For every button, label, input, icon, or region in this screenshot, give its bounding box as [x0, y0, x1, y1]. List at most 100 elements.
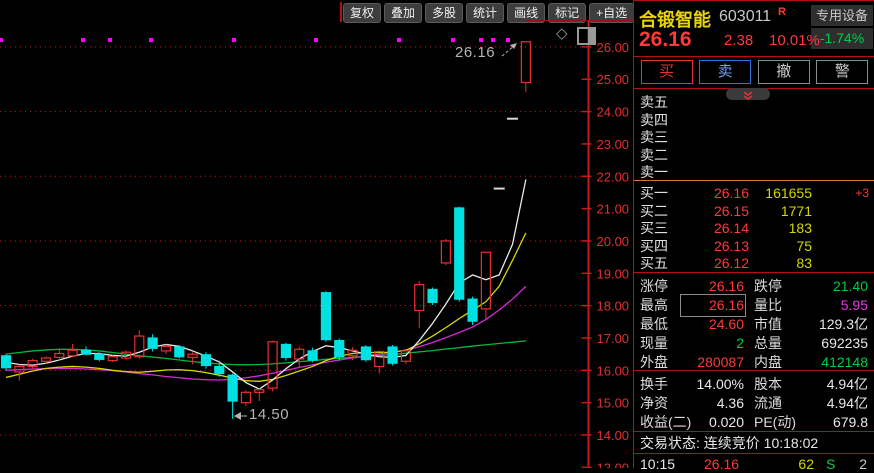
level-price: 26.14	[694, 219, 749, 237]
tick-volume: 62	[784, 455, 814, 473]
bid-level-5[interactable]: 买五26.1283	[634, 254, 874, 272]
stat-label: 现量	[640, 334, 668, 353]
stat-label: 流通	[754, 394, 782, 413]
level-volume: 75	[752, 237, 812, 255]
stat-label: 净资	[640, 394, 668, 413]
svg-text:15.00: 15.00	[597, 396, 630, 411]
stat-value: 4.94亿	[794, 375, 868, 394]
sector-badge[interactable]: 专用设备	[811, 5, 873, 26]
svg-text:24.00: 24.00	[597, 105, 630, 120]
low-price-annotation: 14.50	[249, 406, 289, 423]
level-label: 卖一	[640, 163, 668, 181]
toolbar-button-3[interactable]: 多股	[425, 3, 463, 23]
svg-text:21.00: 21.00	[597, 202, 630, 217]
trade-button-plain[interactable]: 警	[816, 60, 868, 84]
svg-text:16.00: 16.00	[597, 363, 630, 378]
margin-flag: R	[778, 6, 786, 18]
stat-value: 2	[682, 334, 744, 353]
level-label: 卖二	[640, 146, 668, 164]
level-label: 买二	[640, 202, 668, 220]
stats-row: 收益(二)0.020PE(动)679.8	[634, 413, 874, 432]
stats-row: 净资 4.36 流通 4.94亿	[634, 394, 874, 413]
stat-label: 最高	[640, 296, 668, 315]
trading-app-window: 26.0025.0024.0023.0022.0021.0020.0019.00…	[0, 0, 874, 468]
stat-value: 5.95	[794, 296, 868, 315]
svg-text:26.00: 26.00	[597, 40, 630, 55]
trade-button-plain[interactable]: 撤	[758, 60, 810, 84]
ask-level-2[interactable]: 卖二	[634, 146, 874, 164]
stat-value: 4.36	[682, 394, 744, 413]
stat-value: 129.3亿	[794, 315, 868, 334]
panel-toggle-icon[interactable]	[577, 27, 596, 45]
trade-status-row: 交易状态: 连续竞价 10:18:02	[640, 434, 874, 452]
stat-label: 量比	[754, 296, 782, 315]
bid-level-4[interactable]: 买四 26.1375	[634, 237, 874, 255]
stat-label: 换手	[640, 375, 668, 394]
stat-label: 跌停	[754, 277, 782, 296]
level-label: 卖四	[640, 111, 668, 129]
bid-ask-divider	[634, 180, 874, 181]
stats-row: 换手 14.00% 股本 4.94亿	[634, 375, 874, 394]
level-label: 买一	[640, 184, 668, 202]
stat-value: 4.94亿	[794, 394, 868, 413]
kline-chart-pane: 26.0025.0024.0023.0022.0021.0020.0019.00…	[0, 0, 633, 468]
level-price: 26.12	[694, 254, 749, 272]
ask-level-1[interactable]: 卖一	[634, 163, 874, 181]
high-price-annotation: 26.16	[455, 44, 495, 61]
price-change-percent: 10.01%	[769, 32, 820, 49]
svg-text:14.00: 14.00	[597, 428, 630, 443]
level-label: 买三	[640, 219, 668, 237]
tick-side: S	[826, 455, 835, 473]
current-price: 26.16	[639, 28, 692, 52]
level-volume: 1771	[752, 202, 812, 220]
ask-level-3[interactable]: 卖三	[634, 128, 874, 146]
draw-marker-icon[interactable]: ◇	[556, 24, 568, 42]
stat-value: 14.00%	[682, 375, 744, 394]
trade-status-value: 连续竞价	[704, 435, 760, 451]
ask-level-4[interactable]: 卖四	[634, 111, 874, 129]
stats-row: 最低24.60市值129.3亿	[634, 315, 874, 334]
level-extra: +3	[855, 184, 869, 202]
level-label: 卖三	[640, 128, 668, 146]
toolbar-button-4[interactable]: 统计	[466, 3, 504, 23]
ask-level-5[interactable]: 卖五	[634, 93, 874, 111]
trade-button-sell[interactable]: 卖	[699, 60, 751, 84]
level-price: 26.16	[694, 184, 749, 202]
stat-value: 24.60	[682, 315, 744, 334]
svg-text:23.00: 23.00	[597, 137, 630, 152]
stat-value: 26.16	[682, 277, 744, 296]
stats-row: 最高 26.16 量比 5.95	[634, 296, 874, 315]
level-volume: 161655	[752, 184, 812, 202]
trade-buttons: 买卖撤警	[634, 57, 874, 87]
level-volume: 83	[752, 254, 812, 272]
level-price: 26.15	[694, 202, 749, 220]
svg-text:19.00: 19.00	[597, 266, 630, 281]
level-label: 买四	[640, 237, 668, 255]
toolbar-button-2[interactable]: 叠加	[384, 3, 422, 23]
trade-status-label: 交易状态:	[640, 435, 700, 451]
trade-button-buy[interactable]: 买	[641, 60, 693, 84]
level-volume: 183	[752, 219, 812, 237]
tick-price: 26.16	[704, 455, 739, 473]
bid-level-3[interactable]: 买三 26.14183	[634, 219, 874, 237]
stat-value: 26.16	[682, 296, 744, 315]
svg-text:20.00: 20.00	[597, 234, 630, 249]
stat-label: 股本	[754, 375, 782, 394]
candlestick-chart[interactable]: 26.0025.0024.0023.0022.0021.0020.0019.00…	[0, 0, 633, 468]
stat-value: 679.8	[794, 413, 868, 432]
toolbar-divider	[340, 2, 342, 22]
svg-text:17.00: 17.00	[597, 331, 630, 346]
tick-count: 2	[859, 455, 867, 473]
bid-level-1[interactable]: 买一 26.16161655 +3	[634, 184, 874, 202]
level-price: 26.13	[694, 237, 749, 255]
bid-level-2[interactable]: 买二 26.151771	[634, 202, 874, 220]
stat-label: 涨停	[640, 277, 668, 296]
svg-text:25.00: 25.00	[597, 72, 630, 87]
stats-row: 涨停 26.16 跌停 21.40	[634, 277, 874, 296]
toolbar-button-1[interactable]: 复权	[343, 3, 381, 23]
quote-panel: 合锻智能 603011 R 专用设备 -1.74% 26.16 2.38 10.…	[633, 0, 874, 468]
tick-list-row[interactable]: 10:15 26.16 62 S 2	[634, 455, 874, 473]
stat-value: 21.40	[794, 277, 868, 296]
price-change: 2.38	[724, 32, 753, 49]
sector-change-badge[interactable]: -1.74%	[811, 28, 873, 49]
